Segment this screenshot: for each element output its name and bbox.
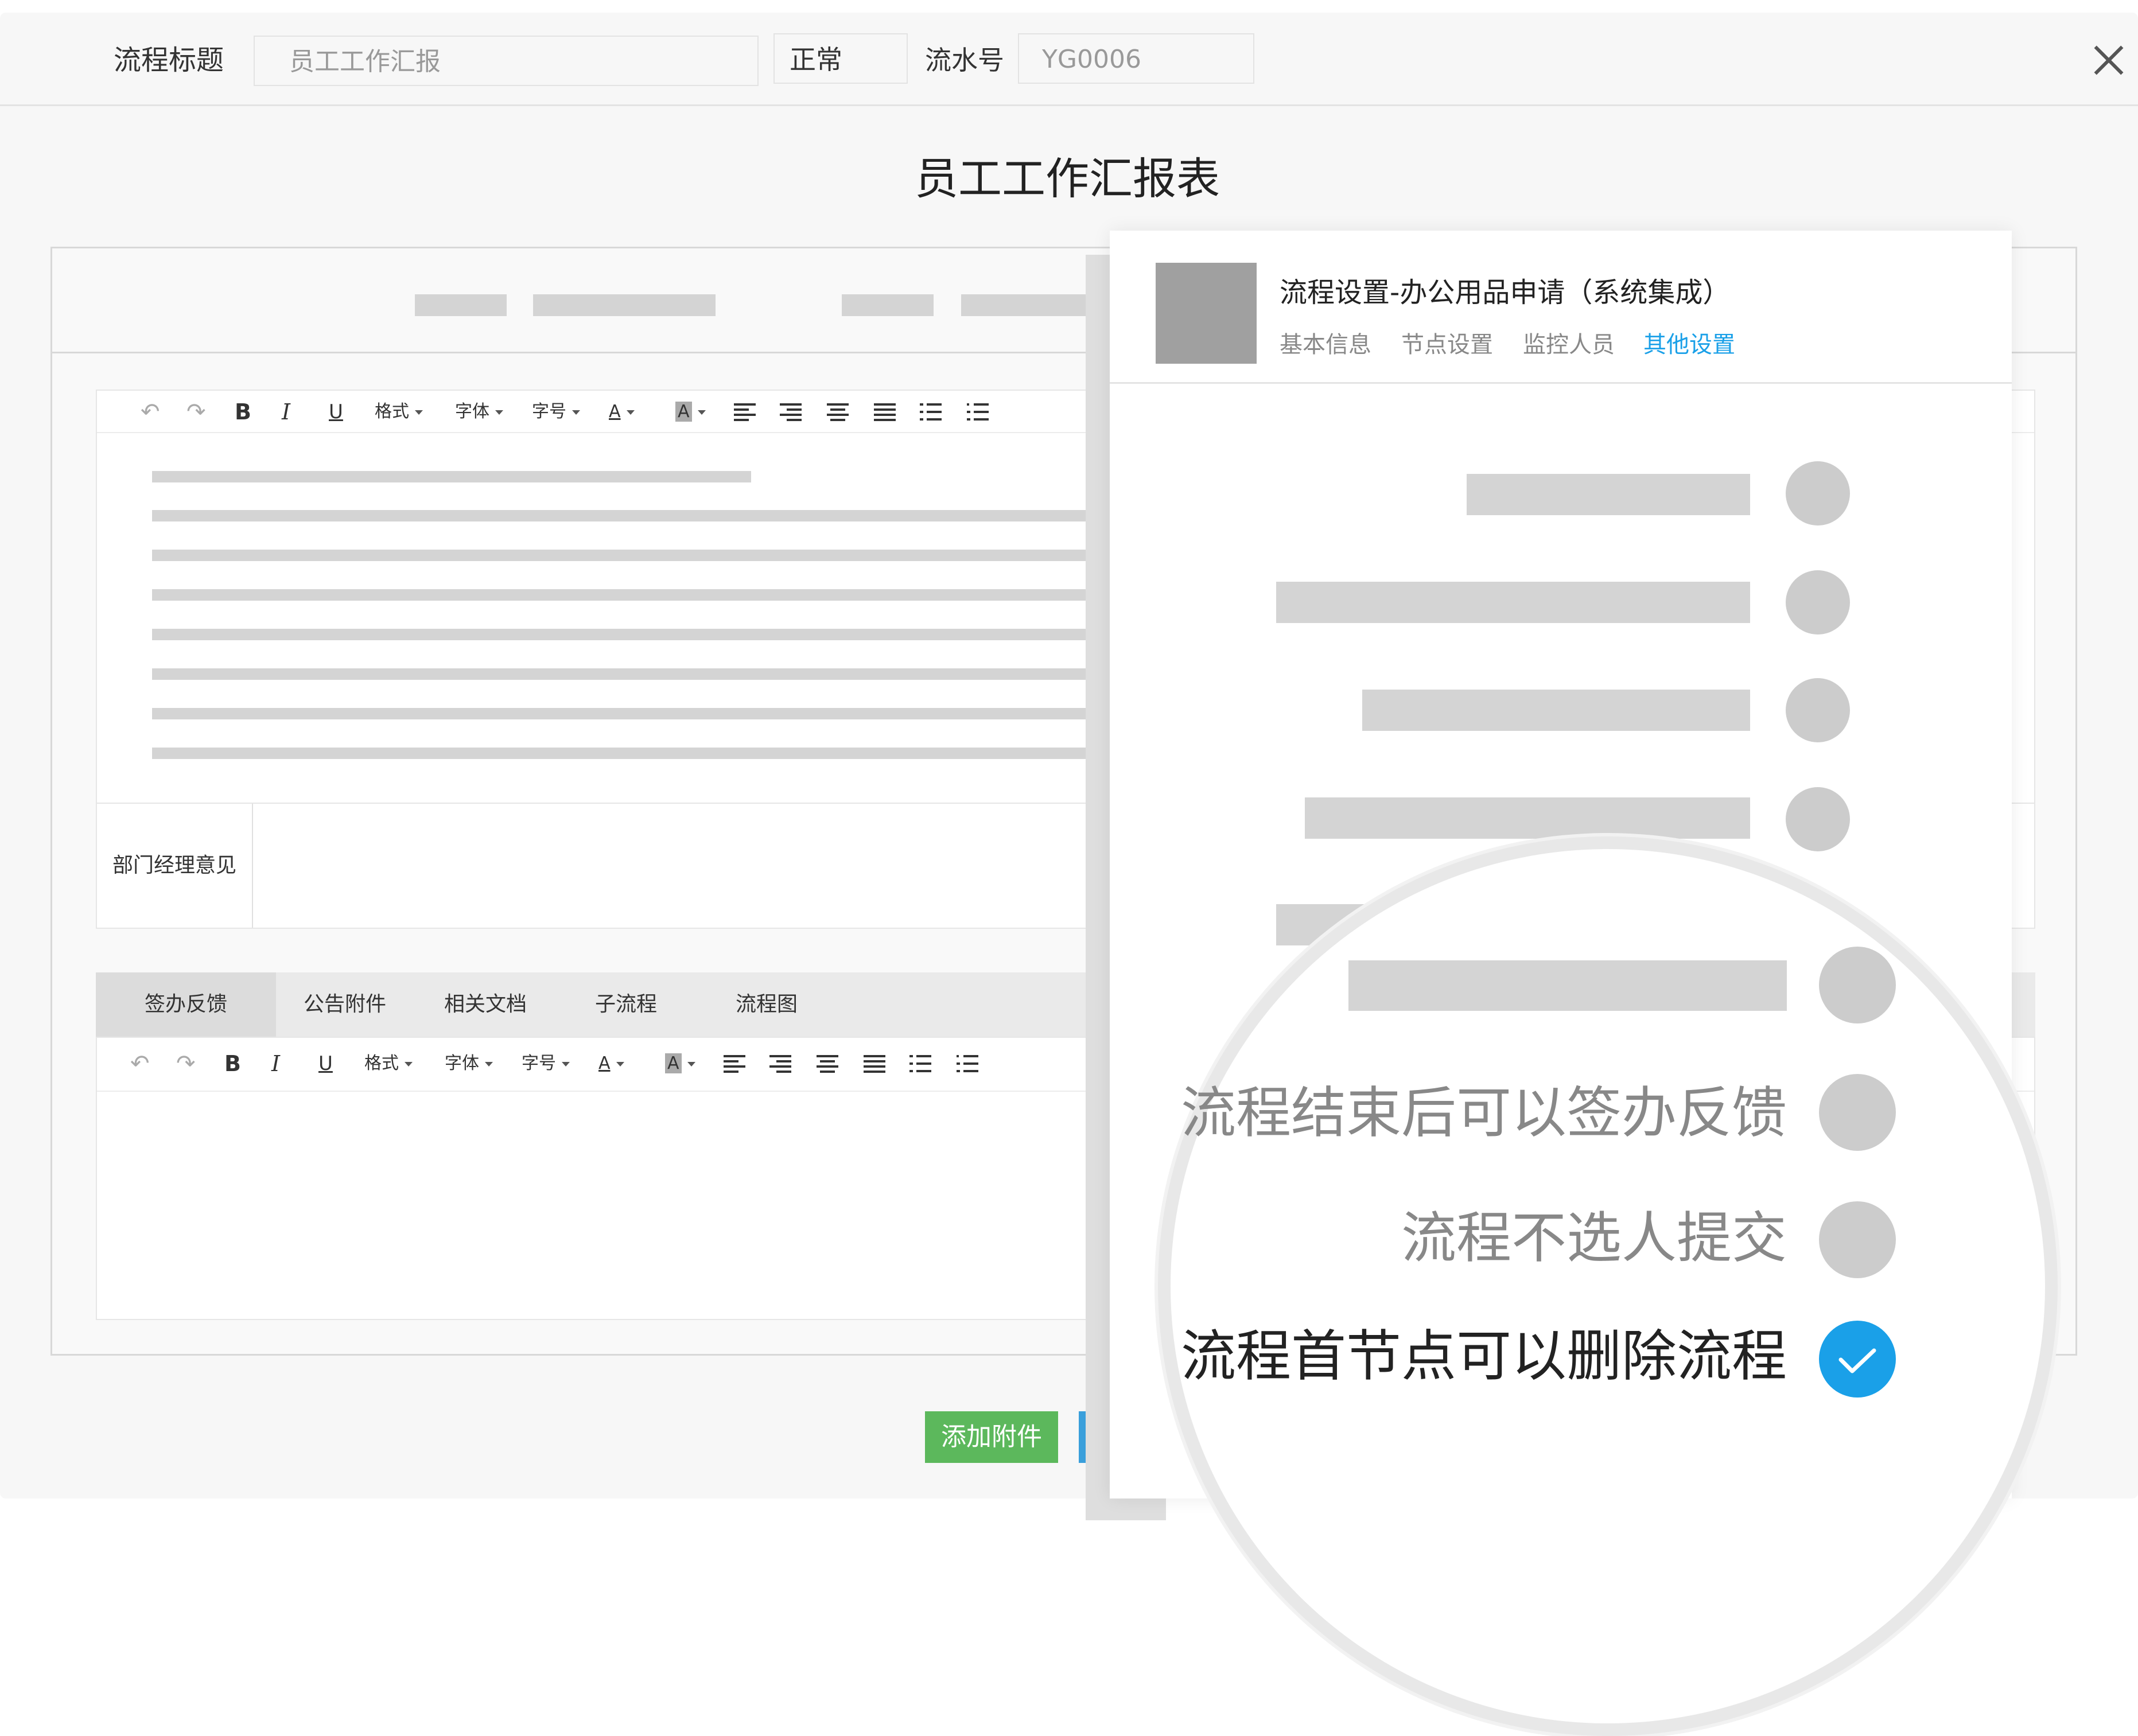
check-icon: [1838, 1348, 1876, 1373]
tab-documents[interactable]: 相关文档: [414, 972, 557, 1037]
numbered-list-icon[interactable]: [967, 403, 989, 421]
text-line-placeholder: [152, 471, 751, 482]
align-right-icon[interactable]: [780, 403, 802, 421]
option-placeholder: [1362, 690, 1750, 731]
magnifier-lens: 流程结束后可以签办反馈 流程不选人提交 流程首节点可以删除流程: [1158, 836, 2058, 1736]
placeholder-bar: [533, 294, 716, 316]
priority-select[interactable]: 正常: [773, 33, 908, 84]
tab-attachments[interactable]: 公告附件: [276, 972, 414, 1037]
bg-color-label: A: [665, 1053, 682, 1073]
bullet-list-icon[interactable]: [920, 403, 942, 421]
option-toggle-no-select[interactable]: [1819, 1201, 1896, 1278]
size-dropdown[interactable]: 字号: [522, 1038, 570, 1089]
title-input[interactable]: 员工工作汇报: [254, 36, 759, 86]
bg-color-label: A: [675, 402, 692, 422]
option-toggle-delete[interactable]: [1819, 1321, 1896, 1398]
redo-icon[interactable]: ↷: [186, 391, 206, 433]
option-toggle[interactable]: [1819, 947, 1896, 1023]
panel-divider: [1110, 382, 2012, 384]
option-placeholder: [1305, 797, 1750, 839]
align-right-icon[interactable]: [769, 1055, 791, 1073]
numbered-list-icon[interactable]: [957, 1055, 978, 1072]
align-left-icon[interactable]: [724, 1055, 745, 1073]
font-color-button[interactable]: A: [609, 391, 635, 433]
size-dropdown[interactable]: 字号: [532, 391, 580, 433]
underline-button[interactable]: U: [329, 391, 343, 433]
text-line-placeholder: [152, 748, 1185, 759]
dialog-header: 流程标题 员工工作汇报 正常 流水号 YG0006: [0, 13, 2138, 106]
align-center-icon[interactable]: [817, 1055, 838, 1073]
form-title: 员工工作汇报表: [915, 153, 1220, 204]
option-label-delete: 流程首节点可以删除流程: [1181, 1324, 1787, 1388]
redo-icon[interactable]: ↷: [176, 1038, 196, 1089]
option-toggle[interactable]: [1786, 787, 1850, 851]
placeholder-bar: [842, 294, 934, 316]
undo-icon[interactable]: ↶: [141, 391, 160, 433]
italic-button[interactable]: I: [271, 1038, 280, 1089]
serial-label: 流水号: [925, 45, 1004, 76]
panel-tab-basic[interactable]: 基本信息: [1280, 326, 1371, 359]
bg-color-button[interactable]: A: [675, 391, 706, 433]
placeholder-bar: [415, 294, 507, 316]
opinion-label: 部门经理意见: [97, 804, 253, 928]
align-left-icon[interactable]: [734, 403, 756, 421]
font-dropdown[interactable]: 字体: [445, 1038, 493, 1089]
text-line-placeholder: [152, 668, 1185, 680]
italic-button[interactable]: I: [282, 391, 290, 433]
font-color-button[interactable]: A: [598, 1038, 624, 1089]
option-toggle[interactable]: [1786, 570, 1850, 635]
align-justify-icon[interactable]: [864, 1055, 885, 1073]
format-dropdown[interactable]: 格式: [364, 1038, 413, 1089]
serial-input[interactable]: YG0006: [1018, 33, 1254, 84]
option-placeholder: [1467, 474, 1750, 515]
font-dropdown[interactable]: 字体: [455, 391, 503, 433]
underline-button[interactable]: U: [318, 1038, 333, 1089]
placeholder-bar: [961, 294, 1099, 316]
tab-flowchart[interactable]: 流程图: [695, 972, 838, 1037]
add-attachment-button[interactable]: 添加附件: [925, 1411, 1058, 1463]
option-toggle[interactable]: [1786, 461, 1850, 526]
bold-button[interactable]: B: [235, 391, 251, 433]
option-label-no-select: 流程不选人提交: [1401, 1206, 1787, 1270]
format-dropdown[interactable]: 格式: [375, 391, 423, 433]
undo-icon[interactable]: ↶: [130, 1038, 150, 1089]
text-line-placeholder: [152, 510, 1185, 521]
bullet-list-icon[interactable]: [909, 1055, 931, 1072]
option-toggle[interactable]: [1786, 678, 1850, 742]
panel-tab-monitors[interactable]: 监控人员: [1523, 326, 1615, 359]
panel-tab-other[interactable]: 其他设置: [1643, 326, 1735, 359]
option-placeholder: [1348, 960, 1787, 1011]
bold-button[interactable]: B: [224, 1038, 241, 1089]
option-toggle-feedback[interactable]: [1819, 1074, 1896, 1151]
tab-feedback[interactable]: 签办反馈: [96, 972, 276, 1037]
align-center-icon[interactable]: [827, 403, 849, 421]
tab-subflow[interactable]: 子流程: [557, 972, 695, 1037]
panel-tab-nodes[interactable]: 节点设置: [1401, 326, 1493, 359]
title-label: 流程标题: [114, 44, 224, 76]
text-line-placeholder: [152, 589, 1185, 601]
option-label-feedback: 流程结束后可以签办反馈: [1181, 1081, 1787, 1145]
align-justify-icon[interactable]: [874, 403, 896, 421]
bg-color-button[interactable]: A: [665, 1038, 695, 1089]
text-line-placeholder: [152, 550, 1185, 561]
option-placeholder: [1276, 582, 1750, 623]
panel-title: 流程设置-办公用品申请（系统集成）: [1280, 277, 1731, 309]
panel-thumbnail: [1156, 263, 1257, 364]
text-line-placeholder: [152, 708, 1185, 719]
close-icon[interactable]: [2089, 40, 2129, 80]
text-line-placeholder: [152, 629, 1185, 640]
